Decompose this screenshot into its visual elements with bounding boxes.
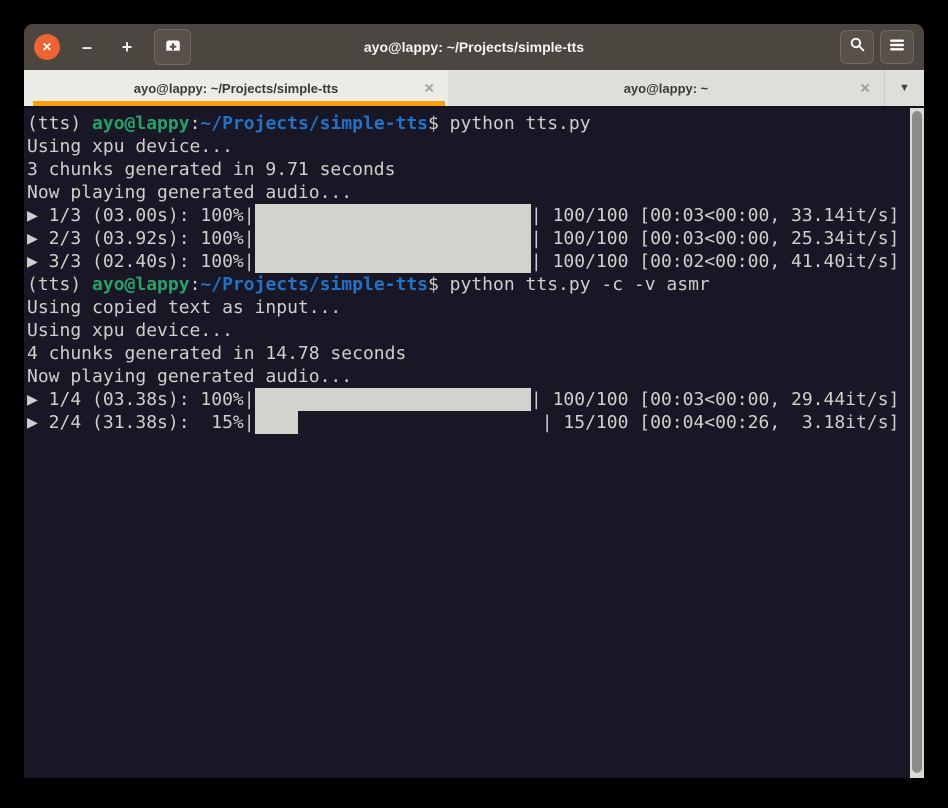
menu-button[interactable]: [880, 30, 914, 64]
terminal-line: Using xpu device...: [27, 319, 924, 342]
tab-close-icon[interactable]: ×: [860, 80, 870, 97]
terminal-line: ▶ 1/3 (03.00s): 100%| | 100/100 [00:03<00…: [27, 204, 924, 227]
terminal-text: ayo@lappy: [92, 113, 190, 134]
progress-bar: [255, 388, 531, 411]
tab-label: ayo@lappy: ~: [624, 81, 709, 96]
tab-label: ayo@lappy: ~/Projects/simple-tts: [134, 81, 339, 96]
terminal-line: Now playing generated audio...: [27, 365, 924, 388]
terminal-text: 4 chunks generated in 14.78 seconds: [27, 343, 406, 364]
tab-bar: ayo@lappy: ~/Projects/simple-tts × ayo@l…: [24, 70, 924, 108]
progress-bar: [255, 204, 531, 227]
tab-simple-tts[interactable]: ayo@lappy: ~/Projects/simple-tts ×: [24, 70, 448, 106]
terminal-text: ~/Projects/simple-tts: [200, 274, 428, 295]
terminal-text: $ python tts.py -c -v asmr: [428, 274, 710, 295]
terminal-text: (tts): [27, 113, 92, 134]
terminal-text: Now playing generated audio...: [27, 366, 352, 387]
tab-home[interactable]: ayo@lappy: ~ ×: [448, 70, 884, 106]
terminal-line: 3 chunks generated in 9.71 seconds: [27, 158, 924, 181]
terminal-text: :: [190, 274, 201, 295]
terminal-window: ✕ – + ayo@lappy: ~/Projects/simple-tts: [24, 24, 924, 778]
terminal-text: | 100/100 [00:03<00:00, 33.14it/s]: [531, 205, 899, 226]
terminal-line: (tts) ayo@lappy:~/Projects/simple-tts$ p…: [27, 112, 924, 135]
hamburger-menu-icon: [889, 38, 905, 57]
terminal-text: 3 chunks generated in 9.71 seconds: [27, 159, 395, 180]
scrollbar-thumb[interactable]: [912, 111, 922, 773]
minimize-button[interactable]: –: [74, 34, 100, 60]
scrollbar[interactable]: [910, 108, 924, 778]
search-button[interactable]: [840, 30, 874, 64]
chevron-down-icon: ▼: [899, 82, 910, 94]
maximize-icon: +: [122, 37, 133, 58]
terminal-text: ▶ 1/3 (03.00s): 100%|: [27, 205, 255, 226]
tab-close-icon[interactable]: ×: [424, 80, 434, 97]
progress-bar-fill: [255, 250, 531, 273]
terminal-text: $ python tts.py: [428, 113, 591, 134]
terminal-line: (tts) ayo@lappy:~/Projects/simple-tts$ p…: [27, 273, 924, 296]
terminal-text: | 100/100 [00:03<00:00, 25.34it/s]: [531, 228, 899, 249]
terminal-text: Now playing generated audio...: [27, 182, 352, 203]
terminal-line: ▶ 3/3 (02.40s): 100%| | 100/100 [00:02<00…: [27, 250, 924, 273]
terminal-line: ▶ 2/3 (03.92s): 100%| | 100/100 [00:03<00…: [27, 227, 924, 250]
minimize-icon: –: [82, 37, 92, 58]
progress-bar-fill: [255, 204, 531, 227]
close-button[interactable]: ✕: [34, 34, 60, 60]
terminal-text: ▶ 1/4 (03.38s): 100%|: [27, 389, 255, 410]
new-tab-button[interactable]: [154, 29, 191, 65]
progress-bar-fill: [255, 411, 298, 434]
progress-bar: [255, 250, 531, 273]
search-icon: [849, 36, 866, 58]
titlebar: ✕ – + ayo@lappy: ~/Projects/simple-tts: [24, 24, 924, 70]
titlebar-actions: [840, 30, 914, 64]
terminal-text: (tts): [27, 274, 92, 295]
terminal-text: | 100/100 [00:02<00:00, 41.40it/s]: [531, 251, 899, 272]
terminal-line: Using copied text as input...: [27, 296, 924, 319]
terminal-line: 4 chunks generated in 14.78 seconds: [27, 342, 924, 365]
tab-list-dropdown[interactable]: ▼: [884, 70, 924, 106]
terminal-text: ▶ 2/4 (31.38s): 15%|: [27, 412, 255, 433]
progress-bar: [255, 411, 542, 434]
progress-bar-fill: [255, 227, 531, 250]
terminal-output[interactable]: (tts) ayo@lappy:~/Projects/simple-tts$ p…: [24, 108, 924, 778]
terminal-text: ~/Projects/simple-tts: [200, 113, 428, 134]
progress-bar: [255, 227, 531, 250]
terminal-text: ▶ 2/3 (03.92s): 100%|: [27, 228, 255, 249]
terminal-text: | 100/100 [00:03<00:00, 29.44it/s]: [531, 389, 899, 410]
close-icon: ✕: [42, 40, 52, 54]
terminal-line: Using xpu device...: [27, 135, 924, 158]
terminal-line: Now playing generated audio...: [27, 181, 924, 204]
maximize-button[interactable]: +: [114, 34, 140, 60]
terminal-text: | 15/100 [00:04<00:26, 3.18it/s]: [542, 412, 900, 433]
terminal-text: :: [190, 113, 201, 134]
terminal-text: ▶ 3/3 (02.40s): 100%|: [27, 251, 255, 272]
terminal-line: ▶ 2/4 (31.38s): 15%| | 15/100 [00:04<00:2…: [27, 411, 924, 434]
window-controls: ✕ – +: [34, 29, 191, 65]
terminal-line: ▶ 1/4 (03.38s): 100%| | 100/100 [00:03<00…: [27, 388, 924, 411]
terminal-text: ayo@lappy: [92, 274, 190, 295]
progress-bar-fill: [255, 388, 531, 411]
new-tab-icon: [164, 36, 182, 59]
terminal-lines: (tts) ayo@lappy:~/Projects/simple-tts$ p…: [24, 108, 924, 434]
terminal-text: Using xpu device...: [27, 320, 233, 341]
terminal-text: Using copied text as input...: [27, 297, 341, 318]
terminal-text: Using xpu device...: [27, 136, 233, 157]
